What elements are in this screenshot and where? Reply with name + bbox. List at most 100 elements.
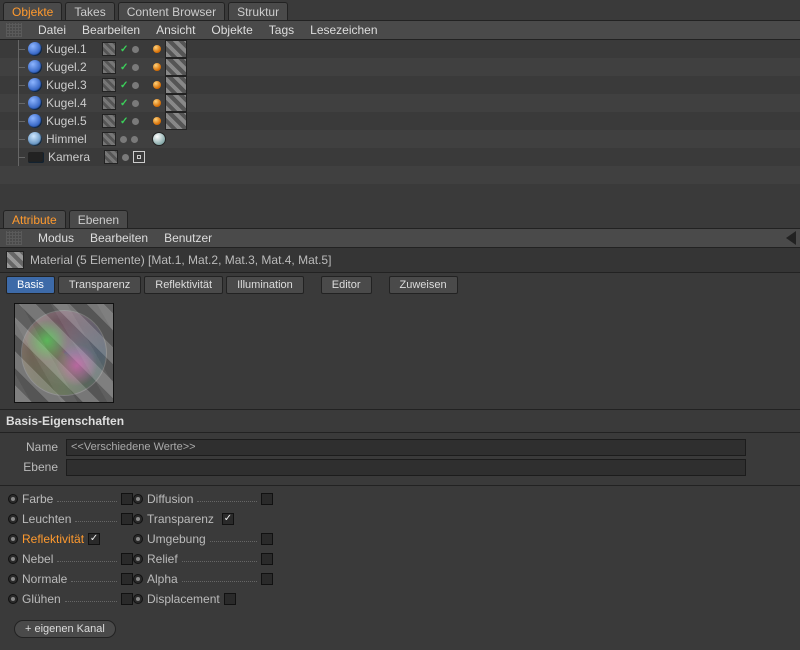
chan-normale[interactable]: Normale	[22, 572, 67, 586]
phong-tag-icon[interactable]	[153, 117, 161, 125]
tab-attribute[interactable]: Attribute	[3, 210, 66, 228]
tab-ebenen[interactable]: Ebenen	[69, 210, 128, 228]
menu-objekte[interactable]: Objekte	[211, 23, 252, 37]
checkbox-leuchten[interactable]	[121, 513, 133, 525]
tree-row-kugel-3[interactable]: Kugel.3 ✓	[0, 76, 800, 94]
layer-hatch-icon[interactable]	[102, 96, 116, 110]
chan-farbe[interactable]: Farbe	[22, 492, 53, 506]
material-tag-icon[interactable]	[165, 112, 187, 130]
tree-row-kugel-4[interactable]: Kugel.4 ✓	[0, 94, 800, 112]
chan-diffusion[interactable]: Diffusion	[147, 492, 193, 506]
checkbox-farbe[interactable]	[121, 493, 133, 505]
tree-row-himmel[interactable]: Himmel	[0, 130, 800, 148]
visibility-check-icon[interactable]: ✓	[120, 116, 128, 127]
material-preview[interactable]	[14, 303, 114, 403]
object-label[interactable]: Kamera	[48, 150, 100, 164]
chan-umgebung[interactable]: Umgebung	[147, 532, 206, 546]
chan-leuchten[interactable]: Leuchten	[22, 512, 71, 526]
render-dot-icon[interactable]	[132, 46, 139, 53]
layer-hatch-icon[interactable]	[102, 132, 116, 146]
layer-hatch-icon[interactable]	[102, 78, 116, 92]
radio-icon[interactable]	[8, 534, 18, 544]
object-label[interactable]: Kugel.1	[46, 42, 98, 56]
tab-objekte[interactable]: Objekte	[3, 2, 62, 20]
radio-icon[interactable]	[8, 494, 18, 504]
radio-icon[interactable]	[133, 534, 143, 544]
ebene-field[interactable]	[66, 459, 746, 476]
chtab-transparenz[interactable]: Transparenz	[58, 276, 141, 294]
tab-content-browser[interactable]: Content Browser	[118, 2, 225, 20]
tab-takes[interactable]: Takes	[65, 2, 114, 20]
visibility-check-icon[interactable]: ✓	[120, 98, 128, 109]
radio-icon[interactable]	[133, 554, 143, 564]
chtab-editor[interactable]: Editor	[321, 276, 372, 294]
sky-material-tag-icon[interactable]	[152, 132, 166, 146]
visibility-check-icon[interactable]: ✓	[120, 62, 128, 73]
chan-gluehen[interactable]: Glühen	[22, 592, 61, 606]
visibility-dot-icon[interactable]	[120, 136, 127, 143]
tree-row-kugel-2[interactable]: Kugel.2 ✓	[0, 58, 800, 76]
menu-tags[interactable]: Tags	[269, 23, 294, 37]
material-tag-icon[interactable]	[165, 76, 187, 94]
menu-benutzer[interactable]: Benutzer	[164, 231, 212, 245]
checkbox-reflektivitaet[interactable]: ✓	[88, 533, 100, 545]
render-dot-icon[interactable]	[132, 118, 139, 125]
radio-icon[interactable]	[133, 494, 143, 504]
checkbox-normale[interactable]	[121, 573, 133, 585]
menu-modus[interactable]: Modus	[38, 231, 74, 245]
checkbox-nebel[interactable]	[121, 553, 133, 565]
visibility-check-icon[interactable]: ✓	[120, 80, 128, 91]
checkbox-relief[interactable]	[261, 553, 273, 565]
checkbox-gluehen[interactable]	[121, 593, 133, 605]
chtab-illumination[interactable]: Illumination	[226, 276, 304, 294]
radio-icon[interactable]	[8, 574, 18, 584]
radio-icon[interactable]	[133, 514, 143, 524]
checkbox-displacement[interactable]	[224, 593, 236, 605]
phong-tag-icon[interactable]	[153, 45, 161, 53]
menu-bearbeiten[interactable]: Bearbeiten	[82, 23, 140, 37]
material-tag-icon[interactable]	[165, 40, 187, 58]
layer-hatch-icon[interactable]	[102, 60, 116, 74]
radio-icon[interactable]	[8, 554, 18, 564]
chan-transparenz[interactable]: Transparenz	[147, 512, 214, 526]
phong-tag-icon[interactable]	[153, 99, 161, 107]
history-back-icon[interactable]	[786, 231, 796, 245]
visibility-dot-icon[interactable]	[122, 154, 129, 161]
tab-struktur[interactable]: Struktur	[228, 2, 288, 20]
add-channel-button[interactable]: + eigenen Kanal	[14, 620, 116, 638]
chan-nebel[interactable]: Nebel	[22, 552, 53, 566]
material-tag-icon[interactable]	[165, 58, 187, 76]
radio-icon[interactable]	[133, 574, 143, 584]
chan-relief[interactable]: Relief	[147, 552, 178, 566]
render-dot-icon[interactable]	[131, 136, 138, 143]
checkbox-transparenz[interactable]: ✓	[222, 513, 234, 525]
camera-view-toggle-icon[interactable]	[133, 151, 145, 163]
chan-alpha[interactable]: Alpha	[147, 572, 178, 586]
radio-icon[interactable]	[8, 514, 18, 524]
phong-tag-icon[interactable]	[153, 63, 161, 71]
chtab-zuweisen[interactable]: Zuweisen	[389, 276, 458, 294]
chan-reflektivitaet[interactable]: Reflektivität	[22, 532, 84, 546]
chtab-reflektivitaet[interactable]: Reflektivität	[144, 276, 223, 294]
checkbox-umgebung[interactable]	[261, 533, 273, 545]
layer-hatch-icon[interactable]	[102, 42, 116, 56]
tree-row-kugel-1[interactable]: Kugel.1 ✓	[0, 40, 800, 58]
menu-lesezeichen[interactable]: Lesezeichen	[310, 23, 377, 37]
chan-displacement[interactable]: Displacement	[147, 592, 220, 606]
object-label[interactable]: Himmel	[46, 132, 98, 146]
radio-icon[interactable]	[133, 594, 143, 604]
gripper-icon[interactable]	[6, 231, 22, 245]
tree-row-kugel-5[interactable]: Kugel.5 ✓	[0, 112, 800, 130]
menu-bearbeiten[interactable]: Bearbeiten	[90, 231, 148, 245]
chtab-basis[interactable]: Basis	[6, 276, 55, 294]
object-label[interactable]: Kugel.3	[46, 78, 98, 92]
object-label[interactable]: Kugel.4	[46, 96, 98, 110]
render-dot-icon[interactable]	[132, 64, 139, 71]
checkbox-diffusion[interactable]	[261, 493, 273, 505]
radio-icon[interactable]	[8, 594, 18, 604]
object-label[interactable]: Kugel.2	[46, 60, 98, 74]
gripper-icon[interactable]	[6, 23, 22, 37]
object-label[interactable]: Kugel.5	[46, 114, 98, 128]
menu-datei[interactable]: Datei	[38, 23, 66, 37]
phong-tag-icon[interactable]	[153, 81, 161, 89]
